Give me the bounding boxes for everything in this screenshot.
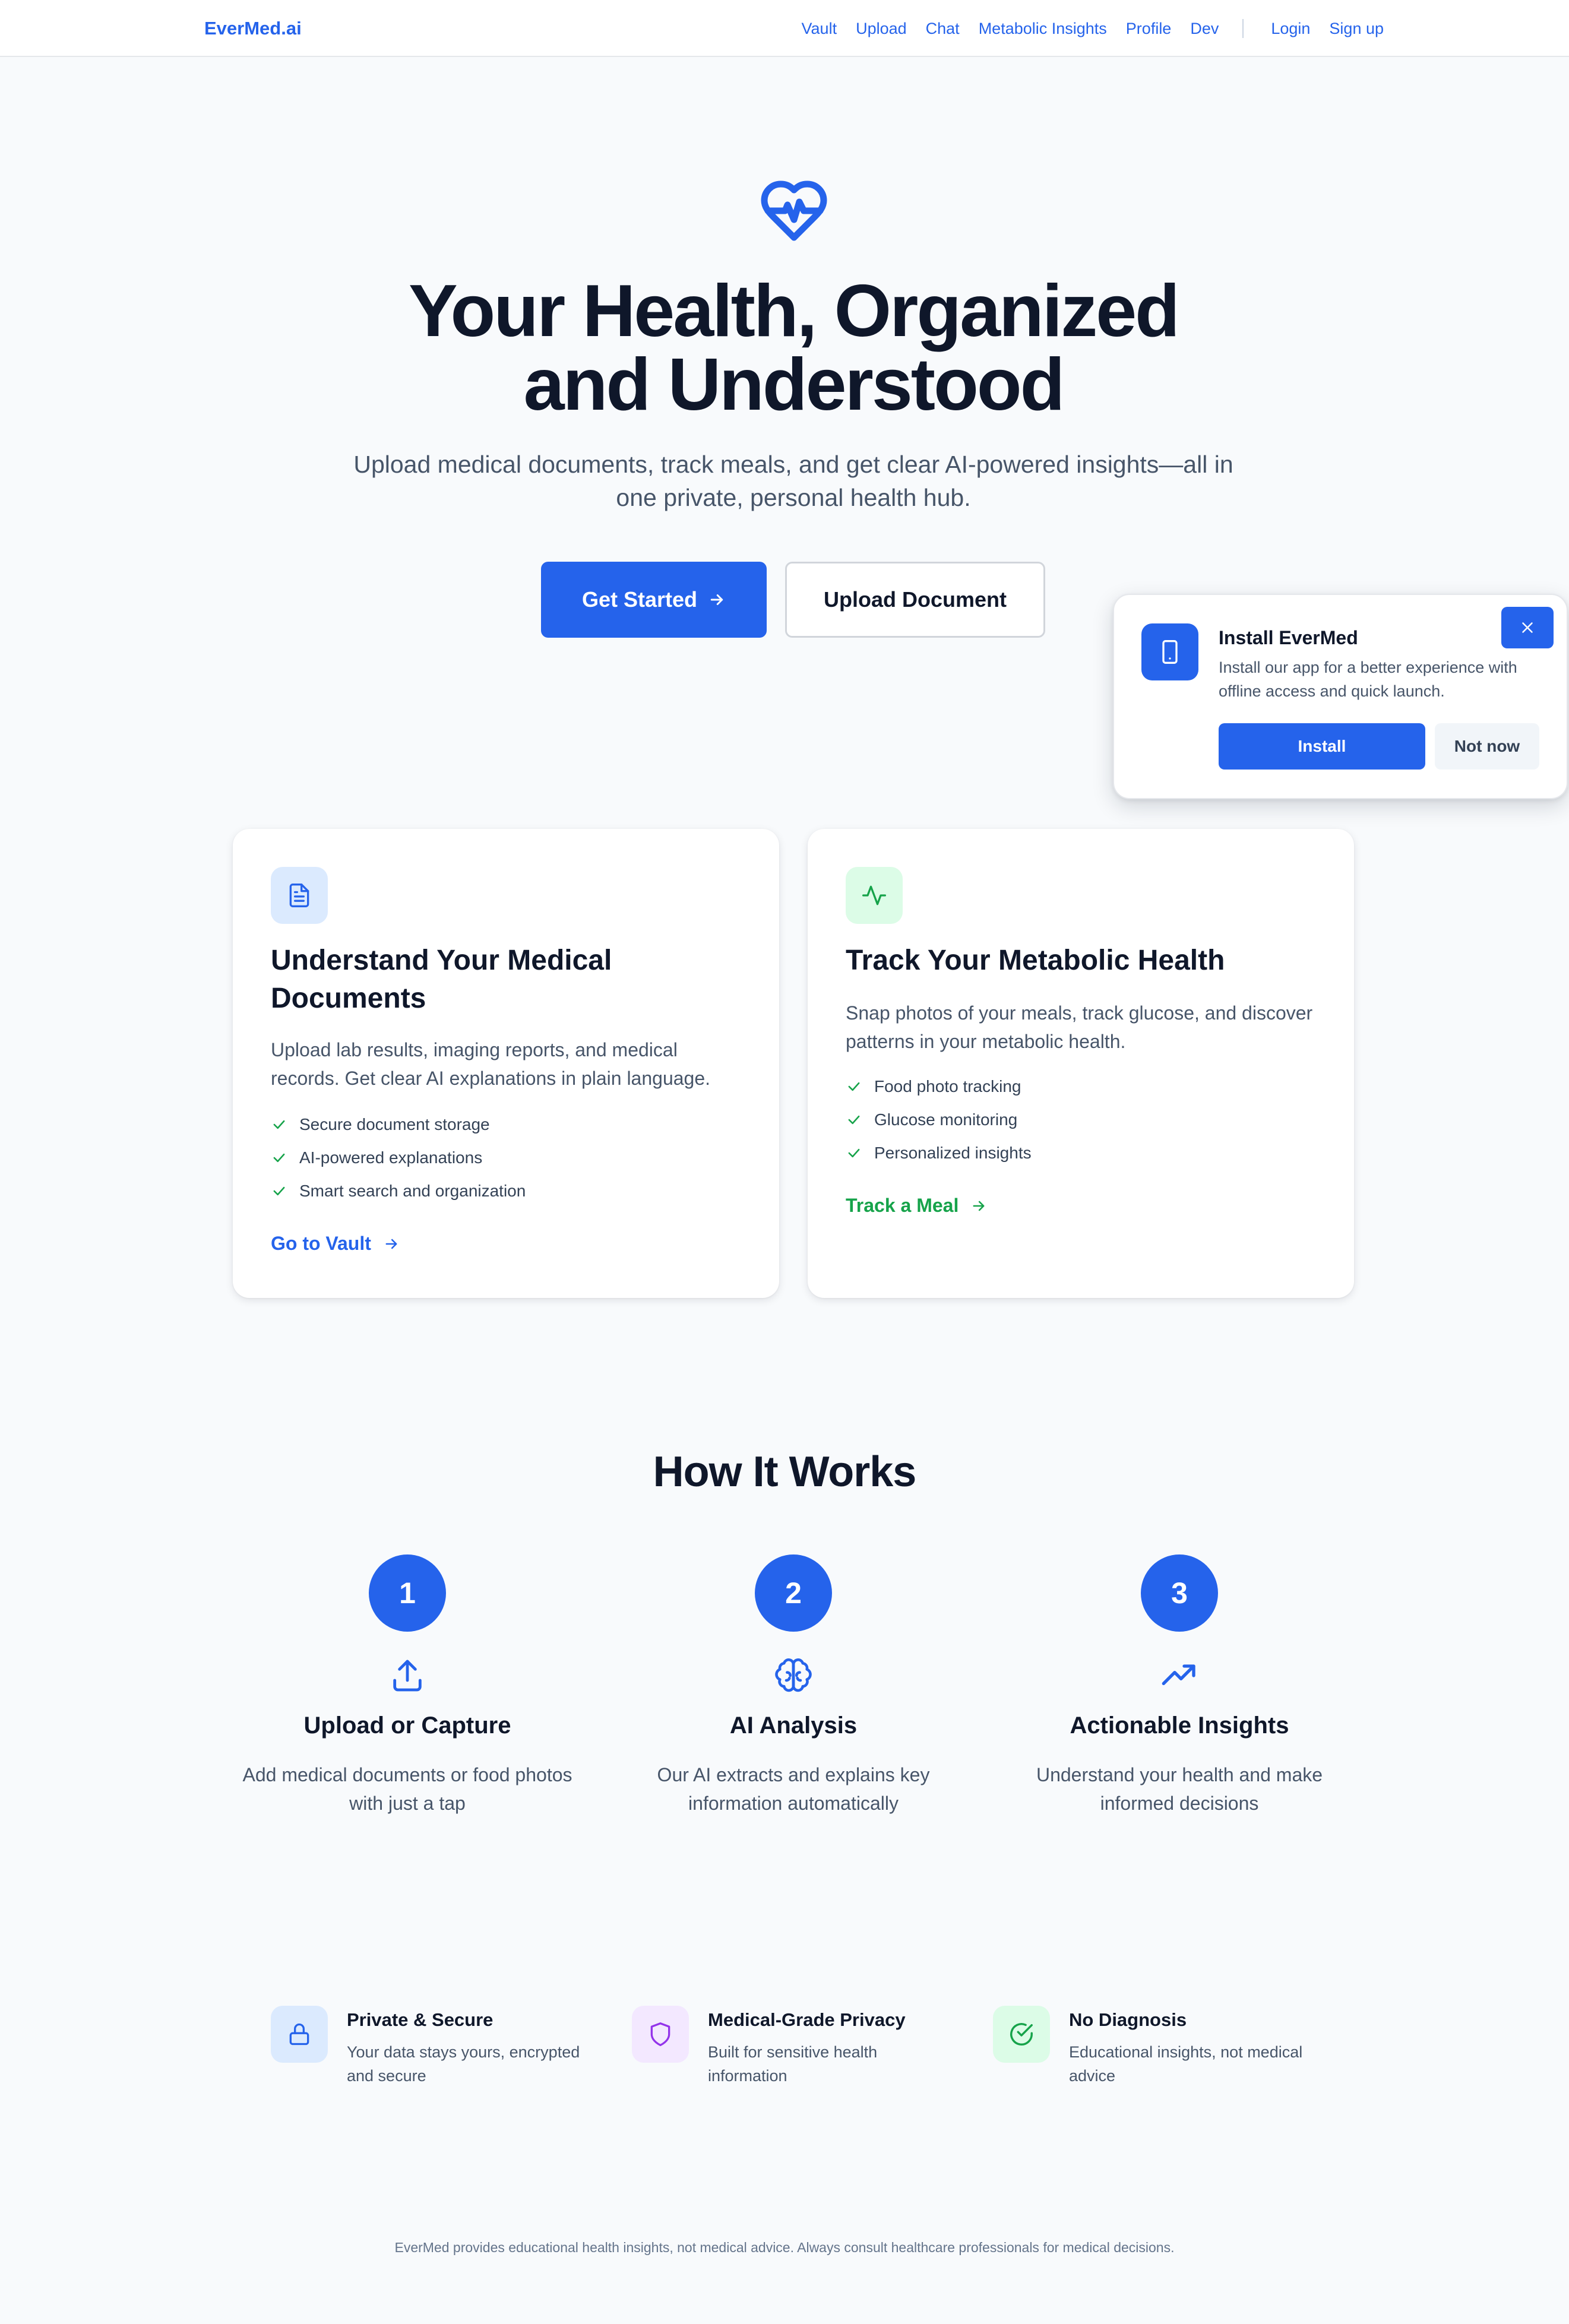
list-item: AI-powered explanations [271,1141,746,1174]
step-title: Upload or Capture [303,1712,511,1739]
list-item: Food photo tracking [846,1070,1321,1103]
nav-links: Vault Upload Chat Metabolic Insights Pro… [802,0,1384,57]
upload-icon [388,1657,426,1695]
card-description: Snap photos of your meals, track glucose… [846,1002,1313,1052]
step-title: Actionable Insights [1070,1712,1289,1739]
step-description: Understand your health and make informed… [1036,1764,1323,1814]
footer-disclaimer: EverMed provides educational health insi… [394,2240,1175,2255]
signup-link[interactable]: Sign up [1329,20,1384,38]
card-description: Upload lab results, imaging reports, and… [271,1039,711,1089]
list-item: Smart search and organization [271,1174,746,1208]
nav-divider [1242,19,1244,38]
card-title: Understand Your Medical Documents [271,945,612,1014]
list-item-label: Food photo tracking [874,1077,1021,1095]
step-description: Add medical documents or food photos wit… [242,1764,572,1814]
list-item-label: Secure document storage [299,1115,490,1133]
hero-subtitle: Upload medical documents, track meals, a… [353,451,1233,511]
step-title: AI Analysis [729,1712,858,1739]
step-3: 3 Actionable Insights Understand your he… [986,1554,1372,1818]
trust-item-private: Private & Secure Your data stays yours, … [271,2006,603,2085]
get-started-label: Get Started [581,587,698,612]
close-icon [1519,619,1536,637]
feature-card-documents: Understand Your Medical Documents Upload… [233,829,779,1298]
how-it-works-title: How It Works [653,1448,917,1496]
trust-title: No Diagnosis [1069,2009,1187,2030]
upload-document-button[interactable]: Upload Document [785,562,1045,638]
nav-link-upload[interactable]: Upload [856,20,907,38]
get-started-button[interactable]: Get Started [541,562,767,638]
arrow-right-icon [970,1198,987,1214]
install-app-popup: Install EverMed Install our app for a be… [1113,594,1568,799]
list-item: Glucose monitoring [846,1103,1321,1136]
step-1: 1 Upload or Capture Add medical document… [214,1554,600,1818]
nav-link-vault[interactable]: Vault [802,20,837,38]
nav-link-metabolic-insights[interactable]: Metabolic Insights [979,20,1107,38]
check-icon [846,1112,862,1128]
feature-list: Food photo tracking Glucose monitoring P… [846,1070,1321,1170]
not-now-button[interactable]: Not now [1435,723,1539,770]
trust-title: Private & Secure [347,2009,494,2030]
hero-title: Your Health, Organized and Understood [409,270,1180,426]
trust-item-privacy: Medical-Grade Privacy Built for sensitiv… [632,2006,964,2085]
trending-up-icon [1160,1657,1198,1695]
step-number: 1 [369,1554,446,1632]
install-button[interactable]: Install [1219,723,1425,770]
trust-description: Built for sensitive health information [708,2043,878,2085]
popup-description: Install our app for a better experience … [1219,658,1517,700]
brand-logo[interactable]: EverMed.ai [204,0,302,57]
step-number: 2 [755,1554,832,1632]
list-item-label: Glucose monitoring [874,1110,1018,1129]
check-icon [271,1150,287,1166]
login-link[interactable]: Login [1271,20,1310,38]
list-item: Personalized insights [846,1136,1321,1170]
arrow-right-icon [708,591,726,609]
check-icon [846,1078,862,1095]
step-2: 2 AI Analysis Our AI extracts and explai… [600,1554,986,1818]
document-icon [271,867,328,924]
check-icon [271,1183,287,1199]
top-nav: EverMed.ai Vault Upload Chat Metabolic I… [0,0,1569,57]
trust-description: Your data stays yours, encrypted and sec… [347,2043,580,2085]
heart-pulse-icon [758,178,830,243]
popup-title: Install EverMed [1219,627,1358,648]
shield-icon [632,2006,689,2063]
nav-link-profile[interactable]: Profile [1126,20,1172,38]
step-number: 3 [1141,1554,1218,1632]
brain-icon [774,1657,812,1695]
track-a-meal-label: Track a Meal [846,1195,959,1216]
feature-card-metabolic: Track Your Metabolic Health Snap photos … [808,829,1354,1298]
arrow-right-icon [383,1236,400,1252]
step-description: Our AI extracts and explains key informa… [657,1764,930,1814]
track-a-meal-link[interactable]: Track a Meal [846,1195,987,1217]
check-icon [271,1116,287,1133]
close-button[interactable] [1501,607,1554,648]
check-circle-icon [993,2006,1050,2063]
nav-link-chat[interactable]: Chat [926,20,960,38]
trust-item-no-diagnosis: No Diagnosis Educational insights, not m… [993,2006,1326,2085]
activity-icon [846,867,903,924]
list-item-label: AI-powered explanations [299,1148,483,1167]
feature-list: Secure document storage AI-powered expla… [271,1108,746,1208]
list-item-label: Personalized insights [874,1144,1032,1162]
list-item: Secure document storage [271,1108,746,1141]
go-to-vault-label: Go to Vault [271,1233,371,1254]
check-icon [846,1145,862,1161]
smartphone-icon [1141,623,1198,680]
list-item-label: Smart search and organization [299,1182,526,1200]
lock-icon [271,2006,328,2063]
card-title: Track Your Metabolic Health [846,945,1225,976]
trust-title: Medical-Grade Privacy [708,2009,906,2030]
nav-link-dev[interactable]: Dev [1190,20,1219,38]
go-to-vault-link[interactable]: Go to Vault [271,1233,400,1255]
trust-description: Educational insights, not medical advice [1069,2043,1303,2085]
